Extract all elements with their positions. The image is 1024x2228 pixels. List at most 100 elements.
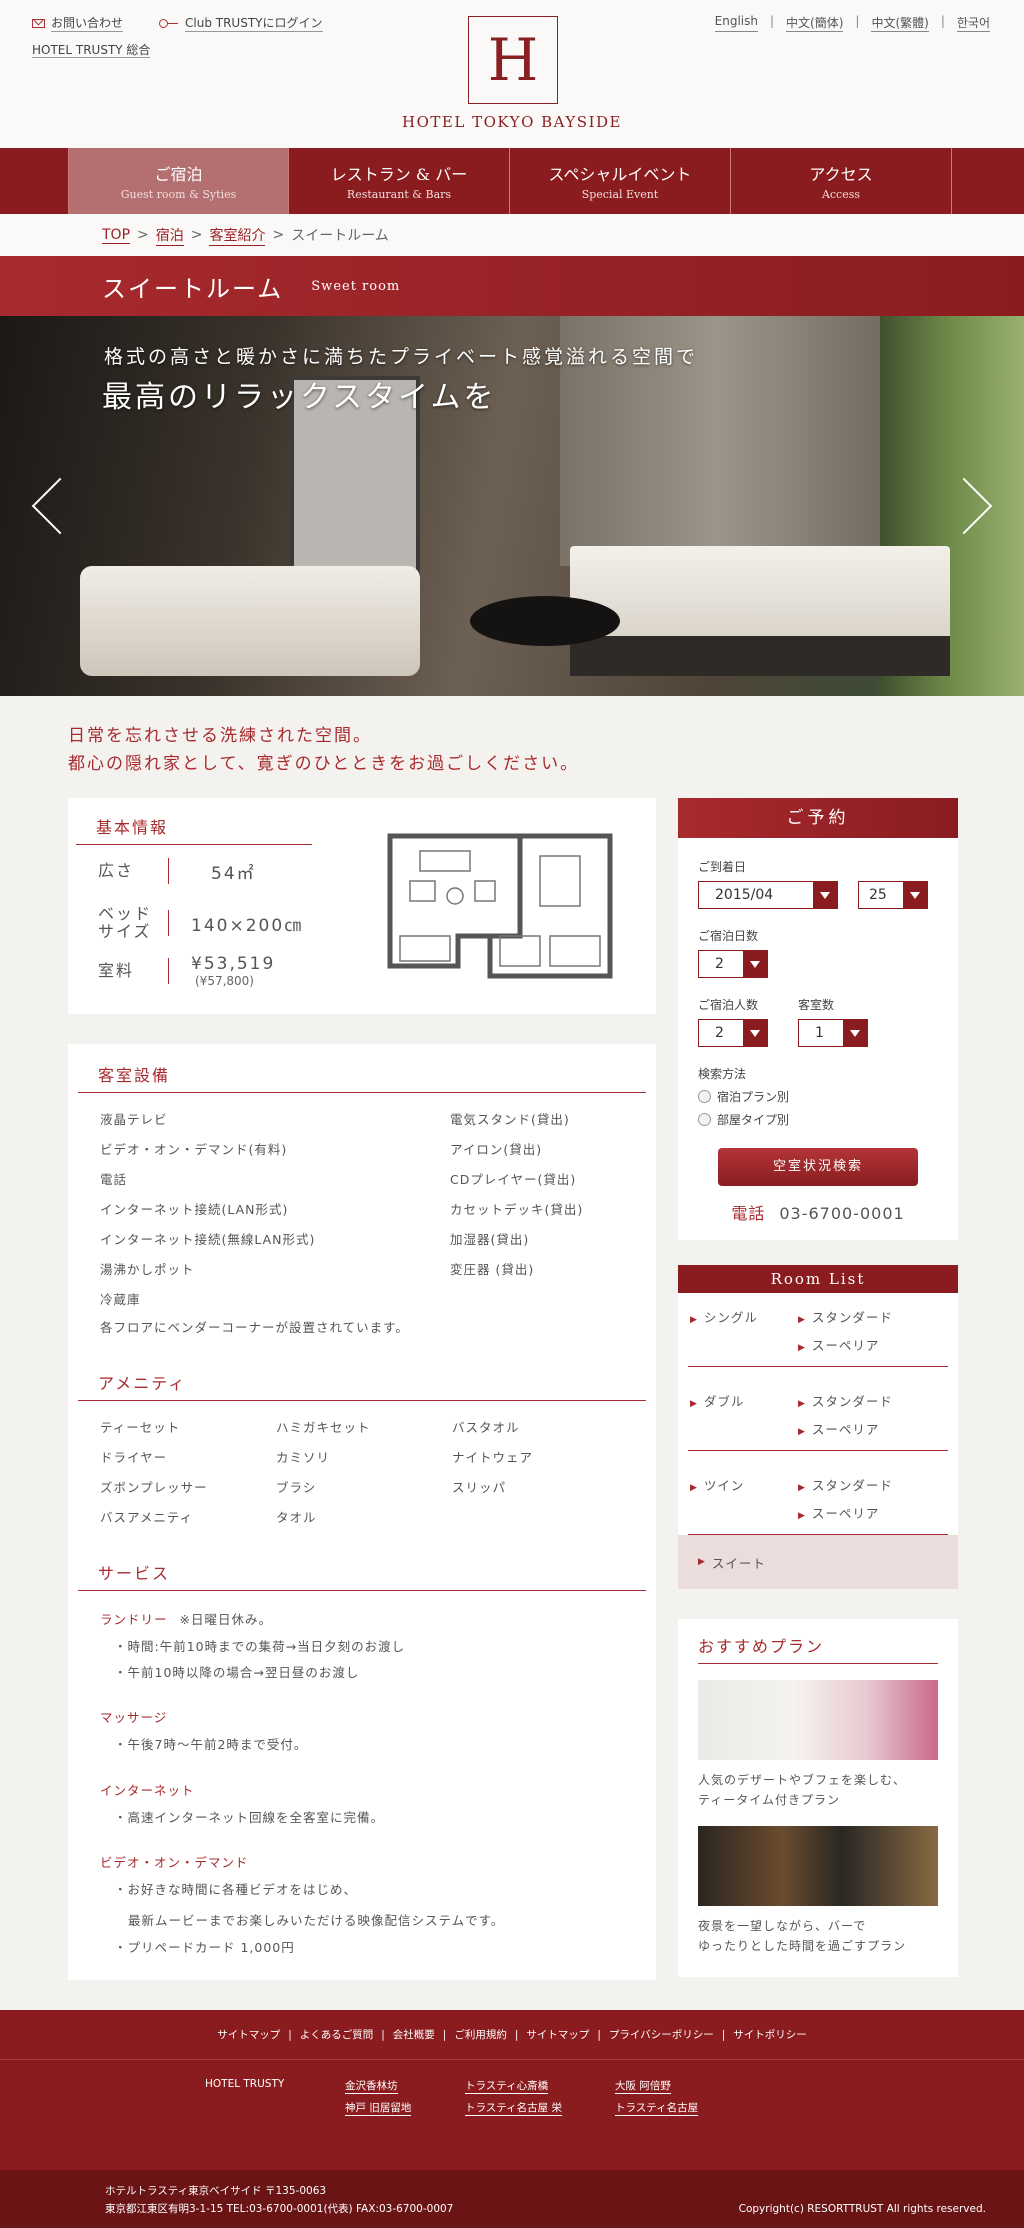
search-availability-button[interactable]: 空室状況検索 xyxy=(718,1148,918,1186)
arrival-day-select[interactable]: 25 xyxy=(858,881,928,909)
copyright: Copyright(c) RESORTTRUST All rights rese… xyxy=(738,2203,986,2215)
footer-link-company[interactable]: 会社概要 xyxy=(393,2027,435,2042)
plans-heading: おすすめプラン xyxy=(698,1633,938,1664)
list-item: 冷蔵庫 xyxy=(100,1292,141,1307)
room-list-heading: Room List xyxy=(678,1265,958,1293)
room-twin[interactable]: ▶ ツイン xyxy=(688,1475,798,1522)
amenity-list: ティーセット ハミガキセット バスタオル ドライヤー カミソリ ナイトウェア ズ… xyxy=(78,1401,646,1526)
language-switcher: English | 中文(簡体) | 中文(繁體) | 한국어 xyxy=(714,14,990,32)
breadcrumb-current: スイートルーム xyxy=(291,228,389,244)
room-double[interactable]: ▶ ダブル xyxy=(688,1391,798,1438)
room-double-standard[interactable]: ▶ スタンダード xyxy=(798,1391,893,1410)
service-heading: サービス xyxy=(78,1560,646,1591)
nav-special-event[interactable]: スペシャルイベント Special Event xyxy=(510,148,731,214)
list-item: インターネット接続(LAN形式) xyxy=(100,1202,289,1217)
logo-text: HOTEL TOKYO BAYSIDE xyxy=(402,113,622,131)
footer-link-privacy[interactable]: プライバシーポリシー xyxy=(609,2027,714,2042)
reservation-form: ご到着日 2015/04 25 ご宿泊日数 2 ご宿泊人数 2 客室数 1 検索… xyxy=(678,838,958,1240)
hotel-link[interactable]: 金沢香林坊 xyxy=(345,2078,398,2094)
basic-info: 基本情報 広さ 54㎡ ベッドサイズ 140×200㎝ 室料 ¥53,519 (… xyxy=(68,798,656,1014)
list-item: バスタオル xyxy=(452,1420,520,1435)
bed-size-row: ベッドサイズ 140×200㎝ xyxy=(98,904,304,941)
equipment-list: 液晶テレビ 電気スタンド(貸出) ビデオ・オン・デマンド(有料) アイロン(貸出… xyxy=(78,1093,646,1308)
amenity-heading: アメニティ xyxy=(78,1370,646,1401)
list-item: 液晶テレビ xyxy=(100,1112,168,1127)
club-login-link[interactable]: Club TRUSTYにログイン xyxy=(159,14,323,32)
page-title-band: スイートルーム Sweet room xyxy=(0,256,1024,316)
site-header: お問い合わせ Club TRUSTYにログイン HOTEL TRUSTY 総合 … xyxy=(0,0,1024,148)
list-item: ナイトウェア xyxy=(452,1450,534,1465)
room-details: 客室設備 液晶テレビ 電気スタンド(貸出) ビデオ・オン・デマンド(有料) アイ… xyxy=(68,1044,656,1980)
breadcrumb-top[interactable]: TOP xyxy=(102,227,131,244)
chevron-down-icon xyxy=(843,1020,867,1046)
radio-plan[interactable]: 宿泊プラン別 xyxy=(698,1088,938,1105)
vod-heading: ビデオ・オン・デマンド xyxy=(100,1855,249,1870)
hotel-link[interactable]: トラスティ名古屋 栄 xyxy=(465,2100,562,2116)
recommended-plans: おすすめプラン 人気のデザートやブフェを楽しむ、 ティータイム付きプラン 夜景を一… xyxy=(678,1619,958,1977)
hotel-link[interactable]: トラスティ心斎橋 xyxy=(465,2078,549,2094)
lang-zh-tw[interactable]: 中文(繁體) xyxy=(871,14,929,32)
list-item: ズボンプレッサー xyxy=(100,1480,208,1495)
hotel-link[interactable]: 大阪 阿倍野 xyxy=(615,2078,671,2094)
general-site-link[interactable]: HOTEL TRUSTY 総合 xyxy=(32,43,151,58)
plan-image-dessert[interactable] xyxy=(698,1680,938,1760)
footer-link-faq[interactable]: よくあるご質問 xyxy=(300,2027,374,2042)
global-nav: ご宿泊 Guest room & Syties レストラン & バー Restaur… xyxy=(0,148,1024,214)
room-double-superior[interactable]: ▶ スーペリア xyxy=(798,1419,893,1438)
vendor-note: 各フロアにベンダーコーナーが設置されています。 xyxy=(100,1320,409,1335)
plan-text-bar[interactable]: 夜景を一望しながら、バーで ゆったりとした時間を過ごすプラン xyxy=(698,1916,938,1956)
page-title: スイートルーム xyxy=(102,274,284,303)
room-single-standard[interactable]: ▶ スタンダード xyxy=(798,1307,893,1326)
lang-english[interactable]: English xyxy=(714,14,758,32)
nav-access[interactable]: アクセス Access xyxy=(731,148,952,214)
footer-link-sitemap-2[interactable]: サイトマップ xyxy=(526,2027,589,2042)
nav-stay[interactable]: ご宿泊 Guest room & Syties xyxy=(68,148,289,214)
breadcrumb-stay[interactable]: 宿泊 xyxy=(155,225,184,246)
footer-link-terms[interactable]: ご利用規約 xyxy=(454,2027,507,2042)
lang-zh-cn[interactable]: 中文(簡体) xyxy=(786,14,844,32)
lang-korean[interactable]: 한국어 xyxy=(956,14,990,32)
list-item: アイロン(貸出) xyxy=(450,1142,543,1157)
contact-link[interactable]: お問い合わせ xyxy=(32,14,124,32)
list-item xyxy=(450,1289,650,1308)
next-slide-arrow-icon[interactable] xyxy=(954,471,994,531)
list-item: 変圧器 (貸出) xyxy=(450,1262,535,1277)
prev-slide-arrow-icon[interactable] xyxy=(30,471,70,531)
list-item: 電話 xyxy=(100,1172,128,1187)
breadcrumb-rooms[interactable]: 客室紹介 xyxy=(209,225,266,246)
room-twin-standard[interactable]: ▶ スタンダード xyxy=(798,1475,893,1494)
guests-select[interactable]: 2 xyxy=(698,1019,768,1047)
hotel-logo[interactable]: H xyxy=(468,16,558,104)
room-list: ▶ シングル ▶ スタンダード ▶ スーペリア ▶ ダブル ▶ スタンダード ▶ スーペリア… xyxy=(678,1293,958,1589)
list-item: タオル xyxy=(276,1510,317,1525)
radio-room-type[interactable]: 部屋タイプ別 xyxy=(698,1111,938,1128)
equipment-heading: 客室設備 xyxy=(78,1062,646,1093)
mail-icon xyxy=(32,18,45,28)
room-twin-superior[interactable]: ▶ スーペリア xyxy=(798,1503,893,1522)
nav-restaurant[interactable]: レストラン & バー Restaurant & Bars xyxy=(289,148,510,214)
rooms-select[interactable]: 1 xyxy=(798,1019,868,1047)
footer-link-site-policy[interactable]: サイトポリシー xyxy=(733,2027,807,2042)
chevron-down-icon xyxy=(903,882,927,908)
hotel-link[interactable]: トラスティ名古屋 xyxy=(615,2100,699,2116)
hotel-link[interactable]: 神戸 旧居留地 xyxy=(345,2100,412,2116)
room-single[interactable]: ▶ シングル xyxy=(688,1307,798,1354)
footer-links: サイトマップ | よくあるご質問 | 会社概要 | ご利用規約 | サイトマップ | プラ… xyxy=(0,2010,1024,2060)
page-title-en: Sweet room xyxy=(311,278,401,294)
plan-text-dessert[interactable]: 人気のデザートやブフェを楽しむ、 ティータイム付きプラン xyxy=(698,1770,938,1810)
footer-link-sitemap[interactable]: サイトマップ xyxy=(217,2027,280,2042)
lead-text: 日常を忘れさせる洗練された空間。 都心の隠れ家として、寛ぎのひとときをお過ごしく… xyxy=(68,726,580,774)
chevron-down-icon xyxy=(813,882,837,908)
breadcrumb: TOP > 宿泊 > 客室紹介 > スイートルーム xyxy=(0,214,1024,256)
key-icon xyxy=(159,19,179,28)
arrival-month-select[interactable]: 2015/04 xyxy=(698,881,838,909)
plan-image-bar[interactable] xyxy=(698,1826,938,1906)
room-suite[interactable]: ▶ スイート xyxy=(678,1535,958,1589)
massage-heading: マッサージ xyxy=(100,1710,168,1725)
room-single-superior[interactable]: ▶ スーペリア xyxy=(798,1335,893,1354)
phone-number: 電話 03-6700-0001 xyxy=(731,1204,905,1223)
list-item: 加湿器(貸出) xyxy=(450,1232,530,1247)
internet-heading: インターネット xyxy=(100,1782,195,1798)
service-list: ランドリー ※日曜日休み。 ・時間:午前10時までの集荷→当日夕刻のお渡し ・午前… xyxy=(78,1591,646,1954)
nights-select[interactable]: 2 xyxy=(698,950,768,978)
